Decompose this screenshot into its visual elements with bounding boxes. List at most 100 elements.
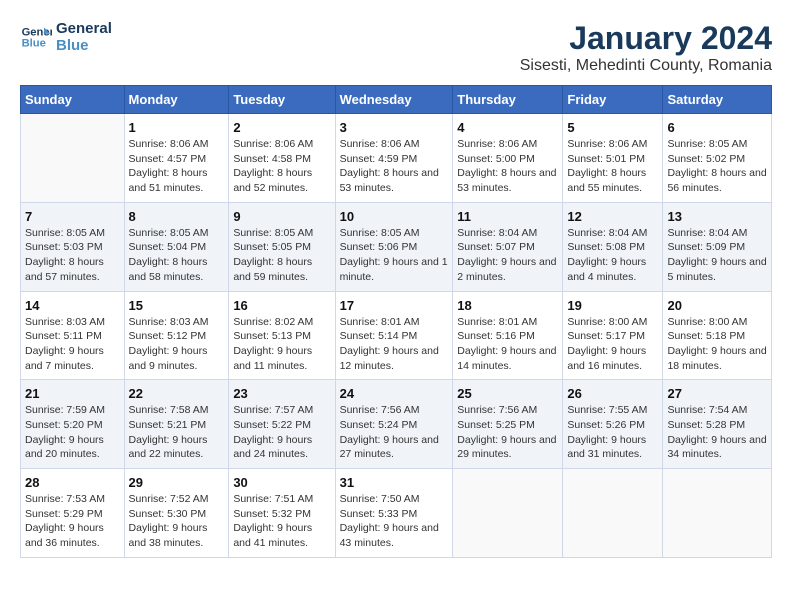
day-info: Sunrise: 8:06 AMSunset: 4:57 PMDaylight:… xyxy=(129,137,225,196)
day-number: 26 xyxy=(567,386,658,401)
day-info: Sunrise: 8:05 AMSunset: 5:05 PMDaylight:… xyxy=(233,226,330,285)
day-number: 15 xyxy=(129,298,225,313)
day-cell: 12 Sunrise: 8:04 AMSunset: 5:08 PMDayligh… xyxy=(563,202,663,291)
day-info: Sunrise: 7:54 AMSunset: 5:28 PMDaylight:… xyxy=(667,403,767,462)
day-info: Sunrise: 7:59 AMSunset: 5:20 PMDaylight:… xyxy=(25,403,120,462)
day-info: Sunrise: 8:00 AMSunset: 5:17 PMDaylight:… xyxy=(567,315,658,374)
day-cell: 16Sunrise: 8:02 AMSunset: 5:13 PMDayligh… xyxy=(229,291,335,380)
day-cell: 18 Sunrise: 8:01 AMSunset: 5:16 PMDayligh… xyxy=(453,291,563,380)
day-cell: 14 Sunrise: 8:03 AMSunset: 5:11 PMDayligh… xyxy=(21,291,125,380)
day-info: Sunrise: 7:56 AMSunset: 5:24 PMDaylight:… xyxy=(340,403,449,462)
day-info: Sunrise: 8:05 AMSunset: 5:03 PMDaylight:… xyxy=(25,226,120,285)
day-cell: 13 Sunrise: 8:04 AMSunset: 5:09 PMDayligh… xyxy=(663,202,772,291)
day-info: Sunrise: 8:04 AMSunset: 5:08 PMDaylight:… xyxy=(567,226,658,285)
day-info: Sunrise: 8:06 AMSunset: 4:59 PMDaylight:… xyxy=(340,137,449,196)
day-info: Sunrise: 8:03 AMSunset: 5:11 PMDaylight:… xyxy=(25,315,120,374)
main-title: January 2024 xyxy=(520,20,772,57)
day-number: 18 xyxy=(457,298,558,313)
day-cell: 1 Sunrise: 8:06 AMSunset: 4:57 PMDaylight… xyxy=(124,114,229,203)
day-number: 8 xyxy=(129,209,225,224)
day-number: 10 xyxy=(340,209,449,224)
day-info: Sunrise: 7:55 AMSunset: 5:26 PMDaylight:… xyxy=(567,403,658,462)
header: General Blue General Blue January 2024 S… xyxy=(20,20,772,75)
day-info: Sunrise: 7:52 AMSunset: 5:30 PMDaylight:… xyxy=(129,492,225,551)
day-info: Sunrise: 8:05 AMSunset: 5:02 PMDaylight:… xyxy=(667,137,767,196)
day-number: 12 xyxy=(567,209,658,224)
week-row: 14 Sunrise: 8:03 AMSunset: 5:11 PMDayligh… xyxy=(21,291,772,380)
day-cell: 27 Sunrise: 7:54 AMSunset: 5:28 PMDayligh… xyxy=(663,380,772,469)
day-number: 30 xyxy=(233,475,330,490)
day-cell: 22Sunrise: 7:58 AMSunset: 5:21 PMDayligh… xyxy=(124,380,229,469)
svg-text:Blue: Blue xyxy=(22,38,46,50)
day-cell: 21 Sunrise: 7:59 AMSunset: 5:20 PMDayligh… xyxy=(21,380,125,469)
day-cell: 9 Sunrise: 8:05 AMSunset: 5:05 PMDaylight… xyxy=(229,202,335,291)
day-cell: 26 Sunrise: 7:55 AMSunset: 5:26 PMDayligh… xyxy=(563,380,663,469)
week-row: 28 Sunrise: 7:53 AMSunset: 5:29 PMDayligh… xyxy=(21,469,772,558)
day-info: Sunrise: 8:05 AMSunset: 5:06 PMDaylight:… xyxy=(340,226,449,285)
header-day: Tuesday xyxy=(229,86,335,114)
logo-icon: General Blue xyxy=(20,21,52,53)
day-number: 25 xyxy=(457,386,558,401)
day-number: 28 xyxy=(25,475,120,490)
day-info: Sunrise: 7:51 AMSunset: 5:32 PMDaylight:… xyxy=(233,492,330,551)
day-number: 21 xyxy=(25,386,120,401)
day-cell: 5Sunrise: 8:06 AMSunset: 5:01 PMDaylight… xyxy=(563,114,663,203)
day-info: Sunrise: 7:53 AMSunset: 5:29 PMDaylight:… xyxy=(25,492,120,551)
day-number: 5 xyxy=(567,120,658,135)
day-number: 11 xyxy=(457,209,558,224)
day-info: Sunrise: 8:04 AMSunset: 5:09 PMDaylight:… xyxy=(667,226,767,285)
day-number: 23 xyxy=(233,386,330,401)
week-row: 21 Sunrise: 7:59 AMSunset: 5:20 PMDayligh… xyxy=(21,380,772,469)
day-cell: 15Sunrise: 8:03 AMSunset: 5:12 PMDayligh… xyxy=(124,291,229,380)
header-row: SundayMondayTuesdayWednesdayThursdayFrid… xyxy=(21,86,772,114)
day-info: Sunrise: 7:50 AMSunset: 5:33 PMDaylight:… xyxy=(340,492,449,551)
day-cell: 17 Sunrise: 8:01 AMSunset: 5:14 PMDayligh… xyxy=(335,291,453,380)
day-info: Sunrise: 8:01 AMSunset: 5:16 PMDaylight:… xyxy=(457,315,558,374)
day-cell: 2 Sunrise: 8:06 AMSunset: 4:58 PMDaylight… xyxy=(229,114,335,203)
day-number: 27 xyxy=(667,386,767,401)
day-info: Sunrise: 7:58 AMSunset: 5:21 PMDaylight:… xyxy=(129,403,225,462)
day-cell: 25 Sunrise: 7:56 AMSunset: 5:25 PMDayligh… xyxy=(453,380,563,469)
day-info: Sunrise: 8:06 AMSunset: 4:58 PMDaylight:… xyxy=(233,137,330,196)
day-cell: 4Sunrise: 8:06 AMSunset: 5:00 PMDaylight… xyxy=(453,114,563,203)
day-info: Sunrise: 8:05 AMSunset: 5:04 PMDaylight:… xyxy=(129,226,225,285)
day-cell: 3 Sunrise: 8:06 AMSunset: 4:59 PMDaylight… xyxy=(335,114,453,203)
day-number: 9 xyxy=(233,209,330,224)
day-info: Sunrise: 8:04 AMSunset: 5:07 PMDaylight:… xyxy=(457,226,558,285)
day-number: 14 xyxy=(25,298,120,313)
day-cell xyxy=(563,469,663,558)
day-cell: 29Sunrise: 7:52 AMSunset: 5:30 PMDayligh… xyxy=(124,469,229,558)
day-number: 13 xyxy=(667,209,767,224)
day-number: 3 xyxy=(340,120,449,135)
day-cell: 20Sunrise: 8:00 AMSunset: 5:18 PMDayligh… xyxy=(663,291,772,380)
day-cell: 24 Sunrise: 7:56 AMSunset: 5:24 PMDayligh… xyxy=(335,380,453,469)
day-cell xyxy=(663,469,772,558)
day-info: Sunrise: 7:57 AMSunset: 5:22 PMDaylight:… xyxy=(233,403,330,462)
header-day: Thursday xyxy=(453,86,563,114)
subtitle: Sisesti, Mehedinti County, Romania xyxy=(520,57,772,75)
header-day: Monday xyxy=(124,86,229,114)
title-area: January 2024 Sisesti, Mehedinti County, … xyxy=(520,20,772,75)
day-number: 1 xyxy=(129,120,225,135)
day-cell xyxy=(453,469,563,558)
calendar-table: SundayMondayTuesdayWednesdayThursdayFrid… xyxy=(20,85,772,558)
header-day: Friday xyxy=(563,86,663,114)
day-number: 19 xyxy=(567,298,658,313)
day-info: Sunrise: 7:56 AMSunset: 5:25 PMDaylight:… xyxy=(457,403,558,462)
day-cell: 8 Sunrise: 8:05 AMSunset: 5:04 PMDaylight… xyxy=(124,202,229,291)
day-cell: 11 Sunrise: 8:04 AMSunset: 5:07 PMDayligh… xyxy=(453,202,563,291)
day-number: 16 xyxy=(233,298,330,313)
day-number: 20 xyxy=(667,298,767,313)
day-number: 17 xyxy=(340,298,449,313)
day-cell: 10 Sunrise: 8:05 AMSunset: 5:06 PMDayligh… xyxy=(335,202,453,291)
day-info: Sunrise: 8:01 AMSunset: 5:14 PMDaylight:… xyxy=(340,315,449,374)
day-number: 2 xyxy=(233,120,330,135)
day-number: 4 xyxy=(457,120,558,135)
day-cell: 28 Sunrise: 7:53 AMSunset: 5:29 PMDayligh… xyxy=(21,469,125,558)
day-cell: 6Sunrise: 8:05 AMSunset: 5:02 PMDaylight… xyxy=(663,114,772,203)
logo-line1: General xyxy=(56,20,112,37)
header-day: Saturday xyxy=(663,86,772,114)
day-number: 24 xyxy=(340,386,449,401)
day-cell xyxy=(21,114,125,203)
day-number: 31 xyxy=(340,475,449,490)
